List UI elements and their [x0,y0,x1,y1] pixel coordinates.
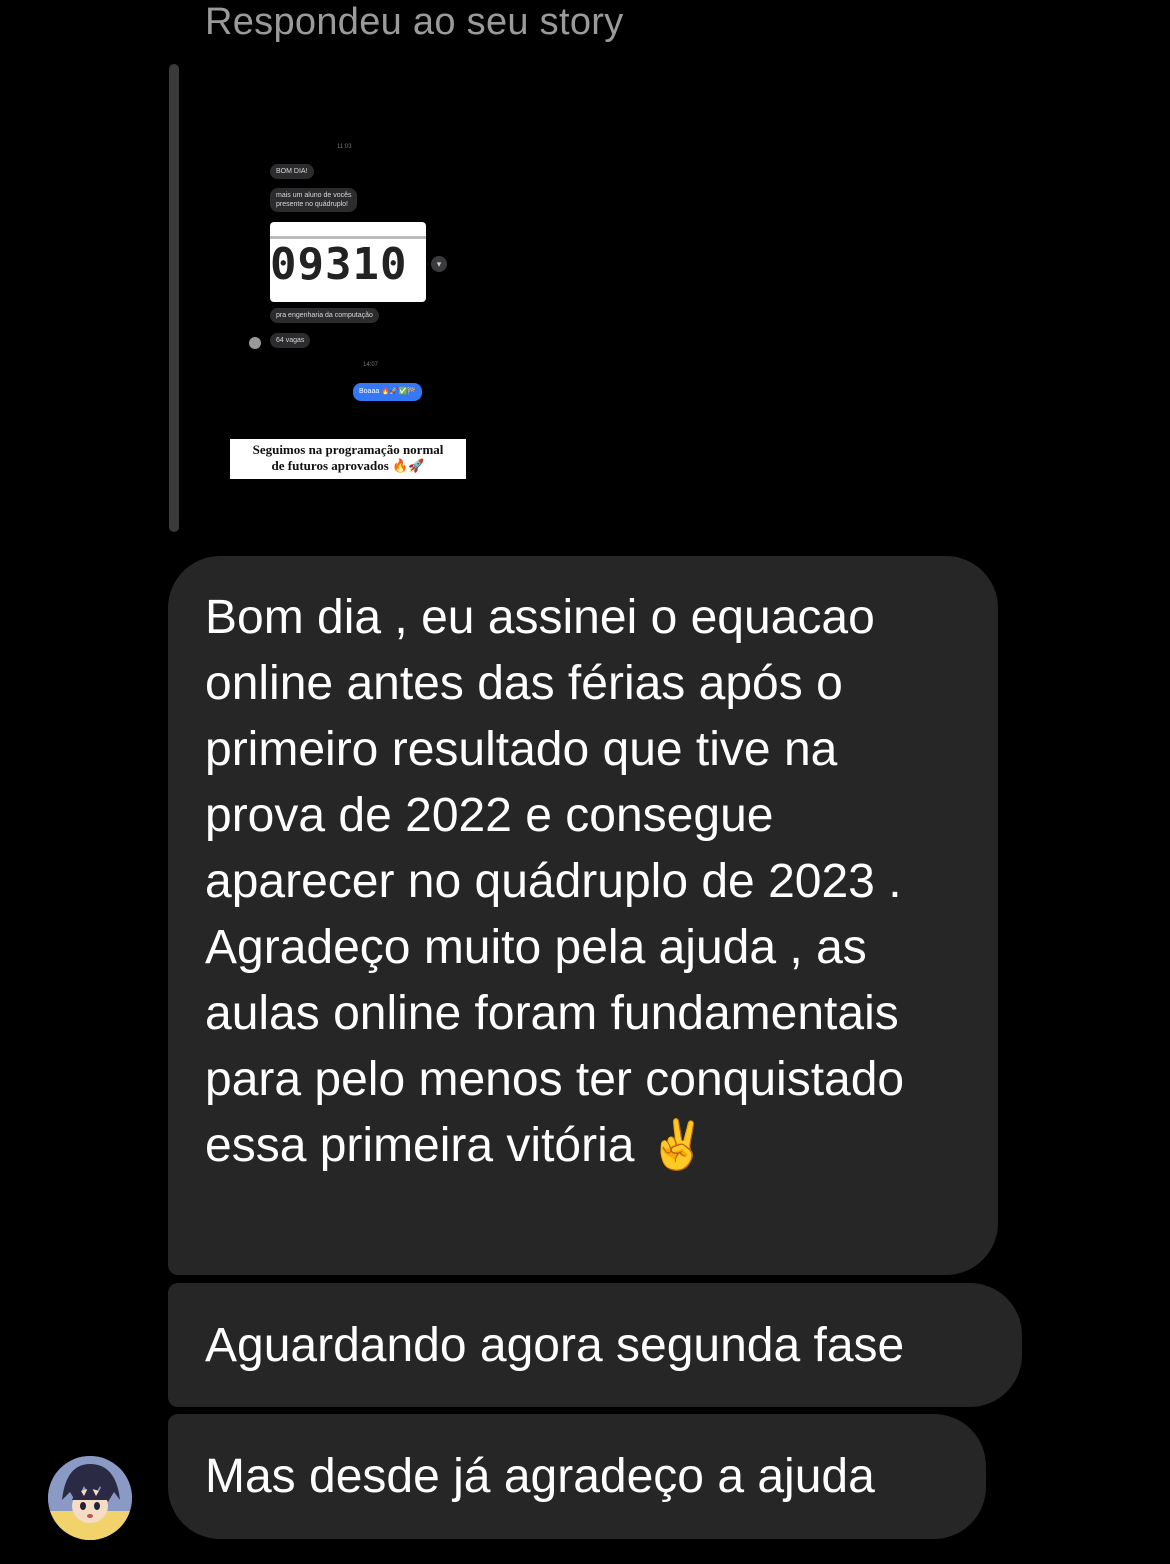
story-bubble-2: mais um aluno de vocês presente no quádr… [270,188,358,212]
story-time-2: 14:07 [363,362,379,368]
story-reply-bubble: Boaaa 🔥🚀✅🏁 [353,383,423,401]
share-icon: ▾ [431,256,447,272]
story-bubble-2-line2: presente no quádruplo! [276,201,348,208]
message-text: Bom dia , eu assinei o equacao online an… [205,591,905,1172]
story-number: 09310 [270,236,426,291]
message-text: Aguardando agora segunda fase [205,1318,905,1372]
story-thumbnail[interactable]: 11:03 BOM DIA! mais um aluno de vocês pr… [205,84,505,514]
message-bubble[interactable]: Aguardando agora segunda fase [168,1283,1022,1407]
story-caption-line1: Seguimos na programação normal [252,442,444,457]
story-caption: Seguimos na programação normal de futuro… [230,439,466,479]
story-caption-line2: de futuros aprovados 🔥🚀 [271,458,425,473]
anime-avatar-icon [48,1456,132,1540]
story-time-1: 11:03 [337,144,352,150]
message-bubble[interactable]: Bom dia , eu assinei o equacao online an… [168,556,998,1275]
story-avatar [249,337,261,349]
story-number-card: 09310 [270,222,426,302]
reply-indicator-bar [169,64,179,532]
story-bubble-3: pra engenharia da computação [270,308,379,323]
story-bubble-4: 64 vagas [270,333,311,348]
sender-avatar[interactable] [48,1456,132,1540]
reply-header: Respondeu ao seu story [205,1,624,43]
message-bubble[interactable]: Mas desde já agradeço a ajuda [168,1414,986,1539]
message-text: Mas desde já agradeço a ajuda [205,1450,875,1503]
story-bubble-2-line1: mais um aluno de vocês [276,192,352,199]
story-bubble-1: BOM DIA! [270,164,314,179]
